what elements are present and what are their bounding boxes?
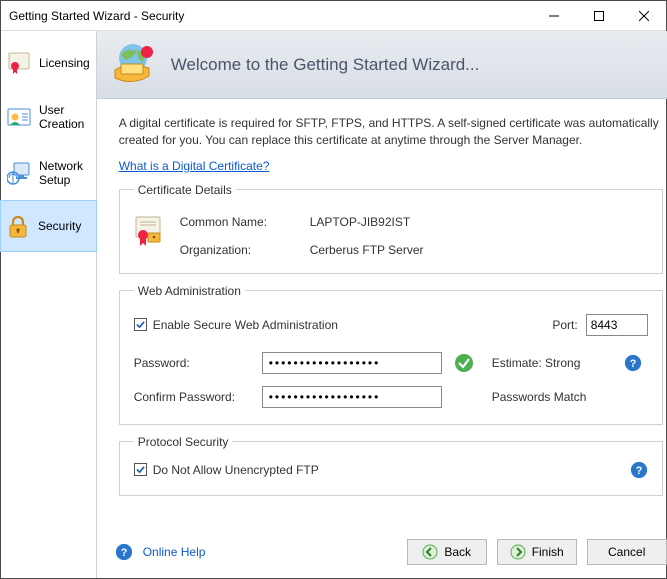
certificate-icon <box>134 215 162 247</box>
svg-text:?: ? <box>629 358 636 370</box>
check-icon <box>136 320 145 329</box>
close-button[interactable] <box>621 1 666 30</box>
common-name-label: Common Name: <box>180 215 300 229</box>
window-title: Getting Started Wizard - Security <box>9 9 531 23</box>
banner: Welcome to the Getting Started Wizard... <box>97 31 667 99</box>
protocol-security-group: Protocol Security Do Not Allow Unencrypt… <box>119 435 663 496</box>
network-icon <box>7 161 31 185</box>
sidebar: Licensing User Creation Network Setup Se… <box>1 31 97 578</box>
arrow-left-icon <box>422 544 438 560</box>
wizard-window: Getting Started Wizard - Security Licens… <box>0 0 667 579</box>
web-administration-legend: Web Administration <box>134 284 245 298</box>
svg-text:?: ? <box>635 465 642 477</box>
enable-web-admin-checkbox[interactable]: Enable Secure Web Administration <box>134 318 338 332</box>
maximize-button[interactable] <box>576 1 621 30</box>
back-button[interactable]: Back <box>407 539 487 565</box>
finish-button[interactable]: Finish <box>497 539 577 565</box>
certificate-details-legend: Certificate Details <box>134 183 236 197</box>
user-icon <box>7 105 31 129</box>
wizard-globe-icon <box>107 40 157 90</box>
help-icon: ? <box>115 543 133 561</box>
port-input[interactable] <box>586 314 648 336</box>
organization-value: Cerberus FTP Server <box>310 243 530 257</box>
organization-label: Organization: <box>180 243 300 257</box>
sidebar-item-label: Licensing <box>39 56 90 70</box>
no-unencrypted-ftp-checkbox[interactable]: Do Not Allow Unencrypted FTP <box>134 463 319 477</box>
password-help-icon[interactable]: ? <box>624 354 648 372</box>
body: Licensing User Creation Network Setup Se… <box>1 31 666 578</box>
sidebar-item-licensing[interactable]: Licensing <box>1 37 96 89</box>
password-input[interactable] <box>262 352 442 374</box>
close-icon <box>639 11 649 21</box>
footer: ? Online Help Back Finish Cancel <box>97 526 667 578</box>
content: A digital certificate is required for SF… <box>97 99 667 526</box>
enable-web-admin-label: Enable Secure Web Administration <box>153 318 338 332</box>
ok-badge-icon <box>454 353 480 373</box>
sidebar-item-network-setup[interactable]: Network Setup <box>1 145 96 201</box>
sidebar-item-label: Network Setup <box>39 159 90 187</box>
arrow-right-icon <box>510 544 526 560</box>
passwords-match-label: Passwords Match <box>492 390 612 404</box>
sidebar-item-label: Security <box>38 219 81 233</box>
cancel-button[interactable]: Cancel <box>587 539 667 565</box>
confirm-password-input[interactable] <box>262 386 442 408</box>
maximize-icon <box>594 11 604 21</box>
titlebar: Getting Started Wizard - Security <box>1 1 666 31</box>
password-label: Password: <box>134 356 250 370</box>
what-is-cert-link[interactable]: What is a Digital Certificate? <box>119 159 663 173</box>
web-administration-group: Web Administration Enable Secure Web Adm… <box>119 284 663 425</box>
svg-text:?: ? <box>120 547 127 559</box>
intro-text: A digital certificate is required for SF… <box>119 115 663 149</box>
minimize-icon <box>549 11 559 21</box>
no-unencrypted-ftp-label: Do Not Allow Unencrypted FTP <box>153 463 319 477</box>
common-name-value: LAPTOP-JIB92IST <box>310 215 530 229</box>
sidebar-item-user-creation[interactable]: User Creation <box>1 89 96 145</box>
protocol-help-icon[interactable]: ? <box>630 461 648 479</box>
protocol-security-legend: Protocol Security <box>134 435 233 449</box>
checkbox-box <box>134 463 147 476</box>
password-estimate: Estimate: Strong <box>492 356 612 370</box>
port-label: Port: <box>552 318 577 332</box>
banner-title: Welcome to the Getting Started Wizard... <box>171 55 480 75</box>
license-icon <box>7 51 31 75</box>
online-help-link[interactable]: Online Help <box>143 545 206 559</box>
confirm-password-label: Confirm Password: <box>134 390 250 404</box>
minimize-button[interactable] <box>531 1 576 30</box>
certificate-details-group: Certificate Details Common Name: LAPTOP-… <box>119 183 663 274</box>
check-icon <box>136 465 145 474</box>
main: Welcome to the Getting Started Wizard...… <box>97 31 667 578</box>
sidebar-item-label: User Creation <box>39 103 90 131</box>
lock-icon <box>6 214 30 238</box>
sidebar-item-security[interactable]: Security <box>0 200 97 252</box>
checkbox-box <box>134 318 147 331</box>
